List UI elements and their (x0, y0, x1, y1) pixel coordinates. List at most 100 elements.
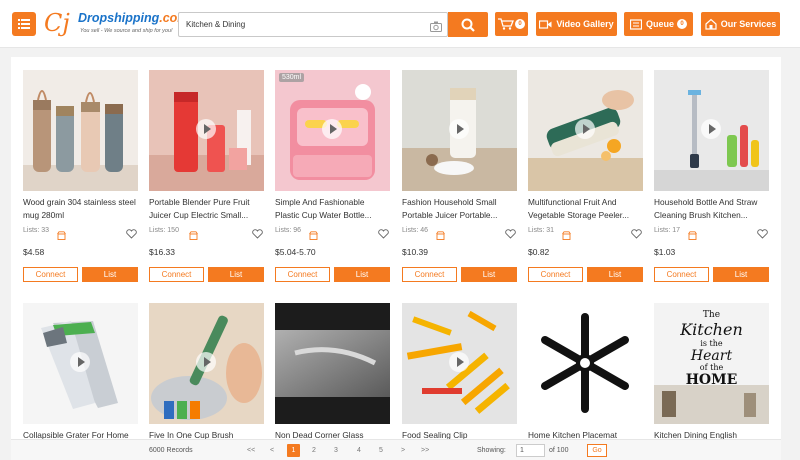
product-title[interactable]: Household Bottle And Straw Cleaning Brus… (654, 196, 769, 222)
page-5-link[interactable]: 5 (379, 440, 383, 460)
menu-icon[interactable] (12, 12, 36, 36)
pagination-bar: 6000 Records << < 1 2 3 4 5 > >> Showing… (11, 439, 781, 460)
product-title[interactable]: Simple And Fashionable Plastic Cup Water… (275, 196, 390, 222)
product-grid: Wood grain 304 stainless steel mug 280ml… (11, 57, 781, 460)
heart-icon[interactable] (757, 226, 768, 239)
connect-button[interactable]: Connect (654, 267, 709, 282)
play-icon[interactable] (701, 119, 721, 139)
search-box (178, 12, 448, 37)
queue-icon (629, 18, 642, 30)
play-icon[interactable] (196, 119, 216, 139)
heart-icon[interactable] (378, 226, 389, 239)
list-button[interactable]: List (587, 267, 643, 282)
store-icon (189, 227, 198, 240)
product-image[interactable] (654, 70, 769, 191)
search-icon (461, 18, 475, 32)
lists-count: Lists: 96 (275, 227, 302, 234)
product-image[interactable] (402, 70, 517, 191)
lists-count: Lists: 150 (149, 227, 179, 234)
page-3-link[interactable]: 3 (334, 440, 338, 460)
product-title[interactable]: Multifunctional Fruit And Vegetable Stor… (528, 196, 643, 222)
queue-badge: 0 (677, 19, 687, 29)
product-price: $0.82 (528, 247, 550, 257)
list-button[interactable]: List (82, 267, 138, 282)
video-gallery-label: Video Gallery (556, 19, 614, 29)
house-icon (705, 18, 717, 30)
queue-button[interactable]: Queue 0 (624, 12, 693, 36)
product-image[interactable] (528, 303, 643, 424)
product-image[interactable]: The Kitchen is the Heart of the HOME (654, 303, 769, 424)
heart-icon[interactable] (126, 226, 137, 239)
first-page-link[interactable]: << (247, 440, 255, 460)
total-pages: of 100 (549, 447, 569, 454)
top-header: Cj Dropshipping.com You sell - We source… (0, 0, 800, 48)
play-icon[interactable] (449, 352, 469, 372)
store-icon (436, 227, 445, 240)
list-button[interactable]: List (334, 267, 390, 282)
camera-icon[interactable] (430, 19, 442, 32)
video-gallery-button[interactable]: Video Gallery (536, 12, 617, 36)
search-button[interactable] (448, 12, 488, 37)
cart-badge: 0 (515, 19, 525, 29)
connect-button[interactable]: Connect (23, 267, 78, 282)
play-icon[interactable] (449, 119, 469, 139)
product-price: $1.03 (654, 247, 676, 257)
heart-icon[interactable] (252, 226, 263, 239)
page-number-input[interactable]: 1 (516, 444, 545, 457)
logo-mark: Cj (44, 9, 70, 37)
last-page-link[interactable]: >> (421, 440, 429, 460)
queue-label: Queue (645, 19, 674, 29)
product-image[interactable] (23, 70, 138, 191)
product-price: $4.58 (23, 247, 45, 257)
product-image[interactable] (528, 70, 643, 191)
capacity-badge: 530ml (279, 73, 305, 82)
lists-count: Lists: 46 (402, 227, 429, 234)
product-image[interactable] (402, 303, 517, 424)
product-price: $16.33 (149, 247, 175, 257)
product-image[interactable]: 530ml (275, 70, 390, 191)
connect-button[interactable]: Connect (275, 267, 330, 282)
wall-decal-text: The Kitchen is the Heart of the HOME (680, 310, 743, 388)
our-services-label: Our Services (720, 19, 777, 29)
page-1-link[interactable]: 1 (287, 444, 300, 457)
prev-page-link[interactable]: < (270, 440, 274, 460)
product-price: $10.39 (402, 247, 428, 257)
product-title[interactable]: Fashion Household Small Portable Juicer … (402, 196, 517, 222)
product-title[interactable]: Portable Blender Pure Fruit Juicer Cup E… (149, 196, 264, 222)
search-input[interactable] (179, 13, 419, 36)
records-count: 6000 Records (149, 447, 193, 454)
list-button[interactable]: List (461, 267, 517, 282)
list-button[interactable]: List (208, 267, 264, 282)
connect-button[interactable]: Connect (528, 267, 583, 282)
heart-icon[interactable] (631, 226, 642, 239)
store-icon (562, 227, 571, 240)
product-image[interactable] (23, 303, 138, 424)
lists-count: Lists: 17 (654, 227, 681, 234)
product-image[interactable] (149, 303, 264, 424)
product-image[interactable] (275, 303, 390, 424)
play-icon[interactable] (322, 119, 342, 139)
next-page-link[interactable]: > (401, 440, 405, 460)
showing-label: Showing: (477, 447, 506, 454)
page-2-link[interactable]: 2 (312, 440, 316, 460)
play-icon[interactable] (575, 119, 595, 139)
store-icon (57, 227, 66, 240)
logo-tagline: You sell - We source and ship for you! (80, 28, 173, 34)
lists-count: Lists: 31 (528, 227, 555, 234)
play-icon[interactable] (196, 352, 216, 372)
product-image[interactable] (149, 70, 264, 191)
list-button[interactable]: List (713, 267, 769, 282)
go-button[interactable]: Go (587, 444, 607, 457)
connect-button[interactable]: Connect (402, 267, 457, 282)
page-4-link[interactable]: 4 (357, 440, 361, 460)
product-title[interactable]: Wood grain 304 stainless steel mug 280ml (23, 196, 138, 222)
cart-button[interactable]: 0 (495, 12, 528, 36)
heart-icon[interactable] (505, 226, 516, 239)
cart-icon (498, 18, 514, 30)
cj-logo[interactable]: Cj Dropshipping.com You sell - We source… (44, 8, 188, 40)
connect-button[interactable]: Connect (149, 267, 204, 282)
our-services-button[interactable]: Our Services (701, 12, 780, 36)
logo-name: Dropshipping.com (78, 11, 189, 25)
play-icon[interactable] (70, 352, 90, 372)
video-camera-icon (539, 19, 552, 29)
